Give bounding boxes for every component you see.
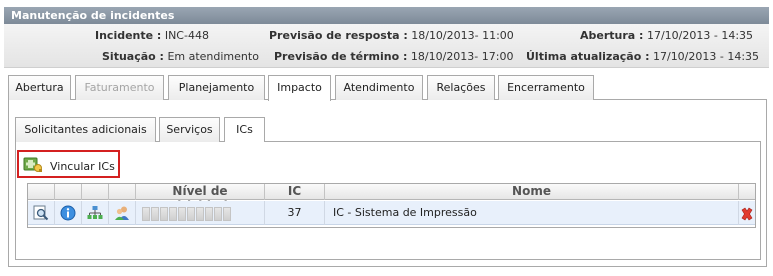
incident-info-panel: Incidente : INC-448 Previsão de resposta… xyxy=(4,24,769,68)
tab-atendimento[interactable]: Atendimento xyxy=(335,75,423,100)
abertura-field: Abertura : 17/10/2013 - 14:35 xyxy=(580,29,754,42)
row-ic-cell: 37 xyxy=(265,201,325,225)
tab-solicitantes-adicionais[interactable]: Solicitantes adicionais xyxy=(15,117,156,142)
previsao-resposta-field: Previsão de resposta : 18/10/2013- 11:00 xyxy=(269,29,514,42)
header-ic[interactable]: IC xyxy=(265,184,325,200)
criticality-bar xyxy=(142,206,232,230)
header-col-hierarchy xyxy=(82,184,109,200)
info-row-2: Situação : Em atendimento Previsão de té… xyxy=(4,47,769,67)
row-view-cell xyxy=(28,201,55,225)
incidente-field: Incidente : INC-448 xyxy=(95,29,209,42)
view-icon[interactable] xyxy=(33,205,49,221)
row-info-cell xyxy=(55,201,82,225)
vincular-ics-button[interactable]: Vincular ICs xyxy=(17,150,120,178)
tab-encerramento[interactable]: Encerramento xyxy=(498,75,594,100)
abertura-value: 17/10/2013 - 14:35 xyxy=(646,29,754,42)
header-col-view xyxy=(28,184,55,200)
header-col-users xyxy=(109,184,136,200)
row-nome-cell: IC - Sistema de Impressão xyxy=(325,201,739,225)
tab-planejamento[interactable]: Planejamento xyxy=(168,75,265,100)
header-col-delete xyxy=(739,184,755,200)
ultima-atualizacao-value: 17/10/2013 - 14:35 xyxy=(652,50,760,63)
delete-icon[interactable] xyxy=(740,207,754,221)
situacao-value: Em atendimento xyxy=(167,50,259,63)
header-nome[interactable]: Nome xyxy=(325,184,739,200)
row-users-cell xyxy=(109,201,136,225)
vincular-ics-label: Vincular ICs xyxy=(50,160,115,173)
info-icon[interactable] xyxy=(60,205,76,221)
tab-faturamento[interactable]: Faturamento xyxy=(75,75,164,100)
previsao-resposta-value: 18/10/2013- 11:00 xyxy=(411,29,514,42)
tab-ics[interactable]: ICs xyxy=(224,117,265,142)
table-header: Nível de criticidade IC Nome xyxy=(28,184,755,213)
row-hierarchy-cell xyxy=(82,201,109,225)
situacao-field: Situação : Em atendimento xyxy=(102,50,259,63)
users-icon[interactable] xyxy=(114,205,130,221)
previsao-termino-field: Previsão de término : 18/10/2013- 17:00 xyxy=(274,50,514,63)
ultima-atualizacao-field: Última atualização : 17/10/2013 - 14:35 xyxy=(526,50,760,63)
row-delete-cell xyxy=(739,201,755,225)
tab-impacto[interactable]: Impacto xyxy=(268,75,331,101)
incidente-value: INC-448 xyxy=(164,29,209,42)
header-criticidade[interactable]: Nível de criticidade xyxy=(136,184,265,213)
header-col-info xyxy=(55,184,82,200)
hierarchy-icon[interactable] xyxy=(87,205,103,221)
window-title: Manutenção de incidentes xyxy=(4,7,769,24)
tab-abertura[interactable]: Abertura xyxy=(8,75,71,100)
info-row-1: Incidente : INC-448 Previsão de resposta… xyxy=(4,26,769,46)
table-row[interactable]: 37 IC - Sistema de Impressão xyxy=(28,201,755,225)
add-ic-icon xyxy=(23,157,42,172)
tab-servicos[interactable]: Serviços xyxy=(159,117,220,142)
tab-relacoes[interactable]: Relações xyxy=(427,75,495,100)
previsao-termino-value: 18/10/2013- 17:00 xyxy=(410,50,514,63)
row-criticidade-cell xyxy=(136,201,265,225)
ics-table: Nível de criticidade IC Nome xyxy=(27,183,756,228)
